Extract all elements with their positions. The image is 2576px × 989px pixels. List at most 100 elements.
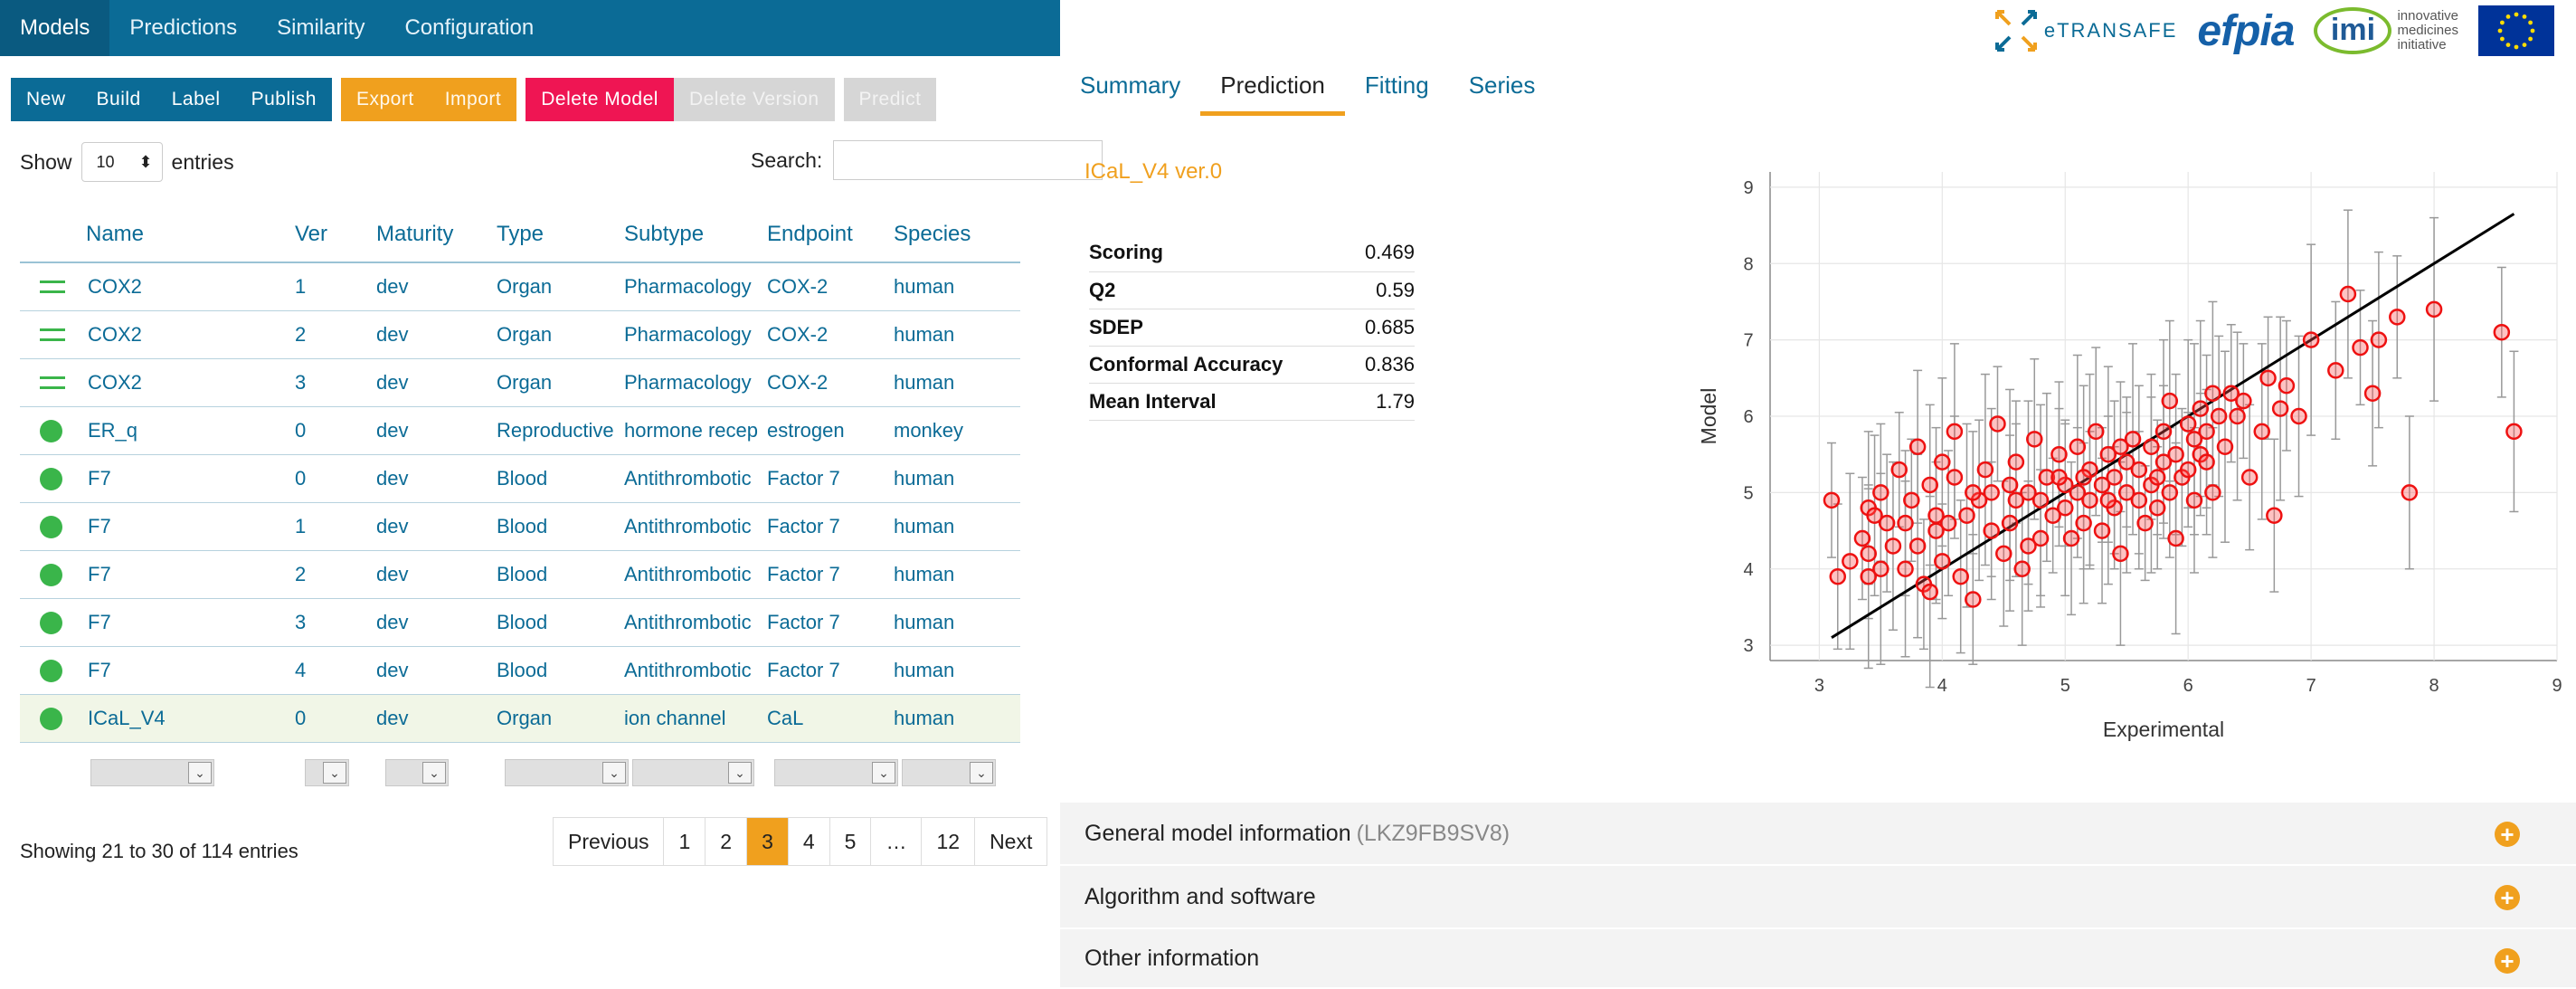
- column-header-ver[interactable]: Ver: [291, 206, 373, 263]
- pager-page[interactable]: 1: [664, 818, 706, 865]
- filter-subtype[interactable]: ⌄: [632, 759, 754, 786]
- column-header-maturity[interactable]: Maturity: [373, 206, 493, 263]
- pagination: Previous 1 2 3 4 5… 12 Next: [553, 817, 1048, 866]
- table-row[interactable]: ER_q 0 dev Reproductive hormone recep estroge…: [20, 406, 1020, 455]
- pager-next[interactable]: Next: [975, 818, 1046, 865]
- cell-subtype: Antithrombotic: [620, 646, 763, 695]
- tab-configuration[interactable]: Configuration: [384, 0, 554, 56]
- data-point: [1958, 507, 1975, 524]
- pager-page[interactable]: 2: [706, 818, 748, 865]
- tab-series[interactable]: Series: [1449, 60, 1556, 116]
- eu-star: [2514, 44, 2519, 50]
- cell-endpoint: Factor 7: [763, 646, 890, 695]
- pager-page[interactable]: 3: [747, 818, 789, 865]
- table-row[interactable]: ICaL_V4 0 dev Organ ion channel CaL human: [20, 694, 1020, 743]
- filter-type[interactable]: ⌄: [505, 759, 629, 786]
- table-row[interactable]: F7 4 dev Blood Antithrombotic Factor 7 human: [20, 646, 1020, 695]
- data-point: [1884, 537, 1902, 555]
- model-id: (LKZ9FB9SV8): [1356, 820, 1511, 846]
- column-header-species[interactable]: Species: [890, 206, 1020, 263]
- status-dot-icon: [40, 515, 62, 538]
- column-header-subtype[interactable]: Subtype: [620, 206, 763, 263]
- eu-star: [2505, 14, 2511, 19]
- import-button[interactable]: Import: [429, 78, 517, 121]
- pager-page[interactable]: 12: [922, 818, 976, 865]
- delete-model-button[interactable]: Delete Model: [526, 78, 674, 121]
- table-row[interactable]: F7 0 dev Blood Antithrombotic Factor 7 human: [20, 454, 1020, 503]
- cell-type: Reproductive: [493, 406, 620, 455]
- tab-similarity[interactable]: Similarity: [257, 0, 384, 56]
- tab-models[interactable]: Models: [0, 0, 110, 56]
- equals-icon: [40, 376, 65, 389]
- publish-button[interactable]: Publish: [235, 78, 332, 121]
- data-point: [2278, 377, 2296, 395]
- pager-page[interactable]: 4: [789, 818, 830, 865]
- tab-fitting[interactable]: Fitting: [1345, 60, 1449, 116]
- table-row[interactable]: COX2 2 dev Organ Pharmacology COX-2 human: [20, 310, 1020, 359]
- delete-version-button[interactable]: Delete Version: [673, 78, 835, 121]
- data-point: [1908, 537, 1927, 555]
- expand-plus-icon[interactable]: +: [2495, 885, 2520, 910]
- new-button[interactable]: New: [11, 78, 81, 121]
- data-point: [2204, 385, 2221, 402]
- cell-subtype: Antithrombotic: [620, 550, 763, 599]
- tab-prediction[interactable]: Prediction: [1200, 60, 1345, 116]
- row-icon-cell: [20, 502, 76, 551]
- row-icon-cell: [20, 262, 76, 311]
- data-point: [2253, 423, 2270, 441]
- table-row[interactable]: F7 1 dev Blood Antithrombotic Factor 7 human: [20, 502, 1020, 551]
- data-point: [2099, 491, 2117, 509]
- accordion-general-info[interactable]: General model information (LKZ9FB9SV8) +: [1060, 803, 2576, 866]
- y-tick-label: 8: [1743, 254, 1753, 274]
- filter-species[interactable]: ⌄: [902, 759, 996, 786]
- metric-value: 0.59: [1348, 271, 1415, 309]
- cell-subtype: Pharmacology: [620, 310, 763, 359]
- data-point: [2093, 522, 2111, 539]
- data-point: [1842, 553, 1859, 570]
- tab-predictions[interactable]: Predictions: [109, 0, 257, 56]
- column-header-type[interactable]: Type: [493, 206, 620, 263]
- metric-row: Mean Interval 1.79: [1089, 383, 1415, 421]
- table-row[interactable]: F7 2 dev Blood Antithrombotic Factor 7 human: [20, 550, 1020, 599]
- cell-name: COX2: [76, 310, 291, 359]
- table-row[interactable]: COX2 3 dev Organ Pharmacology COX-2 human: [20, 358, 1020, 407]
- data-point: [2210, 407, 2228, 425]
- data-point: [1872, 560, 1889, 577]
- tab-summary[interactable]: Summary: [1060, 60, 1200, 116]
- metric-name: Mean Interval: [1089, 383, 1349, 421]
- label-button[interactable]: Label: [156, 78, 236, 121]
- table-search: Search:: [751, 140, 1103, 180]
- page-length-select[interactable]: 10 ⬍: [80, 142, 163, 182]
- column-header-endpoint[interactable]: Endpoint: [763, 206, 890, 263]
- predict-button[interactable]: Predict: [843, 78, 937, 121]
- data-point: [2216, 438, 2234, 455]
- data-point: [2001, 476, 2019, 494]
- prediction-chart: 3 4 5 6 7 8 9 3 4 5 6 7 8 9 Experimental Model: [1697, 172, 2566, 751]
- table-row[interactable]: F7 3 dev Blood Antithrombotic Factor 7 human: [20, 598, 1020, 647]
- export-button[interactable]: Export: [341, 78, 430, 121]
- filter-name[interactable]: ⌄: [90, 759, 214, 786]
- metric-name: SDEP: [1089, 309, 1349, 347]
- cell-ver: 0: [291, 694, 373, 743]
- table-row[interactable]: COX2 1 dev Organ Pharmacology COX-2 human: [20, 262, 1020, 311]
- filter-maturity[interactable]: ⌄: [385, 759, 449, 786]
- data-point: [2112, 438, 2129, 455]
- x-tick-label: 4: [1937, 676, 1947, 696]
- table-info: Showing 21 to 30 of 114 entries: [20, 840, 298, 862]
- expand-plus-icon[interactable]: +: [2495, 948, 2520, 974]
- cell-type: Blood: [493, 646, 620, 695]
- row-icon-cell: [20, 406, 76, 455]
- accordion-other-info[interactable]: Other information +: [1060, 929, 2576, 989]
- cell-name: ER_q: [76, 406, 291, 455]
- build-button[interactable]: Build: [80, 78, 156, 121]
- filter-ver[interactable]: ⌄: [305, 759, 349, 786]
- partner-logos: eTRANSAFE efpia imi innovative medicines…: [1994, 4, 2554, 58]
- pager-page[interactable]: 5: [830, 818, 872, 865]
- expand-plus-icon[interactable]: +: [2495, 822, 2520, 847]
- y-tick-label: 4: [1743, 560, 1753, 580]
- accordion-algorithm[interactable]: Algorithm and software +: [1060, 866, 2576, 929]
- pager-previous[interactable]: Previous: [554, 818, 665, 865]
- filter-endpoint[interactable]: ⌄: [774, 759, 898, 786]
- accordion-label: Other information: [1084, 945, 1260, 971]
- column-header-name[interactable]: Name: [76, 206, 291, 263]
